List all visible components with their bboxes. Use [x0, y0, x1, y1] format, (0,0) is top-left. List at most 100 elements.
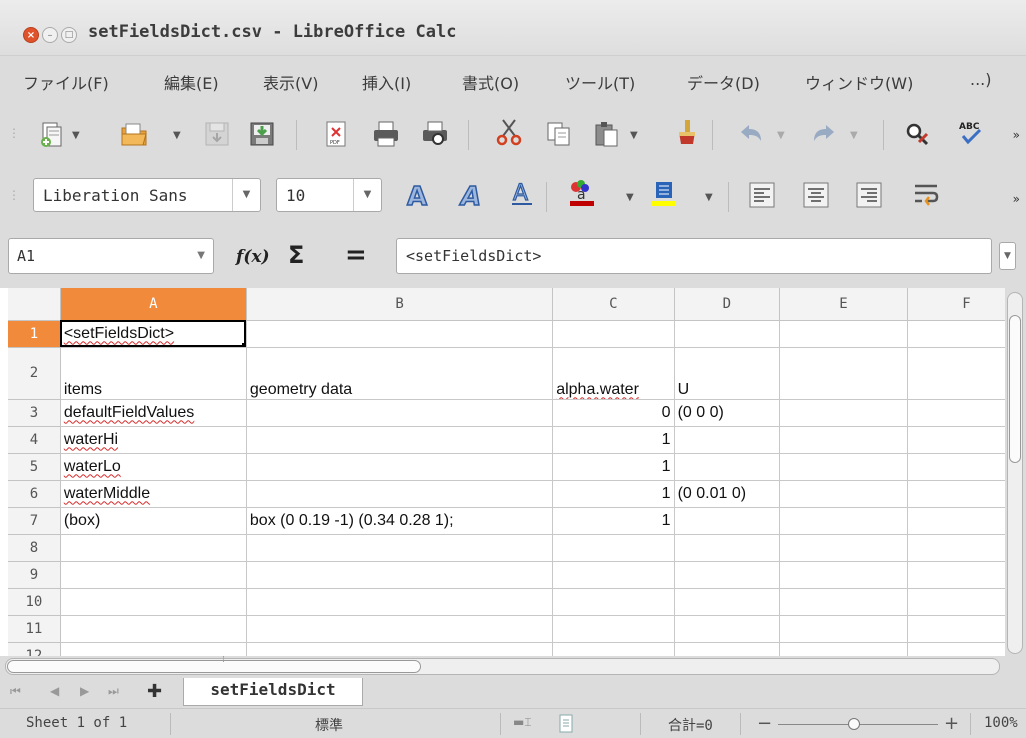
cell[interactable] [779, 480, 908, 508]
cell[interactable] [552, 615, 675, 643]
paste-dropdown-icon[interactable]: ▼ [630, 130, 638, 141]
close-window-button[interactable]: × [23, 27, 39, 43]
cell[interactable] [246, 534, 554, 562]
cell[interactable] [552, 320, 675, 348]
cell[interactable] [779, 426, 908, 454]
menu-file[interactable]: ファイル(F) [23, 70, 109, 94]
spelling-icon[interactable]: ABC [957, 118, 985, 146]
redo-dropdown-icon[interactable]: ▼ [850, 130, 858, 141]
row-header[interactable]: 10 [8, 588, 61, 616]
expand-formula-bar-button[interactable]: ▼ [999, 242, 1016, 270]
font-color-dropdown-icon[interactable]: ▼ [626, 192, 634, 203]
vertical-scrollbar[interactable] [1005, 288, 1026, 658]
toolbar-grip[interactable]: ⋮ [8, 188, 20, 202]
cell[interactable]: box (0 0.19 -1) (0.34 0.28 1); [246, 507, 554, 535]
column-header-e[interactable]: E [779, 288, 908, 321]
cell[interactable] [60, 615, 247, 643]
function-wizard-icon[interactable]: f(x) [236, 247, 270, 267]
next-sheet-icon[interactable]: ▶ [80, 684, 89, 698]
cell[interactable] [674, 507, 781, 535]
new-dropdown-icon[interactable]: ▼ [72, 130, 80, 141]
cell[interactable] [246, 480, 554, 508]
cell[interactable] [674, 426, 781, 454]
minimize-window-button[interactable]: – [42, 27, 58, 43]
cell[interactable] [674, 561, 781, 589]
cell[interactable] [779, 615, 908, 643]
copy-icon[interactable] [545, 120, 573, 148]
cell[interactable] [779, 399, 908, 427]
row-header[interactable]: 7 [8, 507, 61, 535]
tab-area-resize-handle[interactable]: ⁞ [222, 655, 225, 665]
cell[interactable] [779, 347, 908, 400]
cell[interactable]: 1 [552, 453, 675, 481]
toolbar-overflow-icon[interactable]: » [1013, 192, 1020, 206]
italic-icon[interactable]: A [458, 181, 486, 209]
row-header[interactable]: 9 [8, 561, 61, 589]
cell[interactable] [552, 561, 675, 589]
highlight-color-icon[interactable] [650, 179, 678, 207]
cell[interactable] [674, 534, 781, 562]
cell[interactable] [60, 561, 247, 589]
cell[interactable]: 1 [552, 507, 675, 535]
horizontal-scrollbar[interactable]: ⁞ [0, 655, 1026, 678]
cell[interactable]: defaultFieldValues [60, 399, 247, 427]
menu-data[interactable]: データ(D) [687, 70, 760, 94]
open-dropdown-icon[interactable]: ▼ [173, 130, 181, 141]
menu-insert[interactable]: 挿入(I) [362, 70, 411, 94]
chevron-down-icon[interactable]: ▼ [197, 250, 205, 261]
cell[interactable] [779, 453, 908, 481]
page-style[interactable]: 標準 [315, 715, 343, 735]
menu-edit[interactable]: 編集(E) [164, 70, 219, 94]
cell[interactable] [674, 615, 781, 643]
bold-icon[interactable]: A [404, 181, 432, 209]
undo-icon[interactable] [737, 120, 765, 148]
row-header[interactable]: 2 [8, 347, 61, 400]
toolbar-grip[interactable]: ⋮ [8, 126, 20, 140]
sheet-info[interactable]: Sheet 1 of 1 [26, 715, 127, 731]
cell[interactable]: waterHi [60, 426, 247, 454]
underline-icon[interactable]: A [508, 179, 536, 207]
row-header[interactable]: 3 [8, 399, 61, 427]
find-replace-icon[interactable] [903, 120, 931, 148]
zoom-slider-thumb[interactable] [848, 718, 860, 730]
previous-sheet-icon[interactable]: ◀ [50, 684, 59, 698]
horizontal-scroll-track[interactable]: ⁞ [5, 655, 1000, 675]
first-sheet-icon[interactable]: ⏮ [10, 684, 21, 699]
cell[interactable] [246, 399, 554, 427]
menu-window[interactable]: ウィンドウ(W) [805, 70, 913, 94]
cell[interactable] [674, 320, 781, 348]
cell[interactable] [779, 320, 908, 348]
cell[interactable]: (0 0.01 0) [674, 480, 781, 508]
cell[interactable]: (0 0 0) [674, 399, 781, 427]
cell[interactable]: U [674, 347, 781, 400]
cell[interactable] [246, 426, 554, 454]
menu-view[interactable]: 表示(V) [263, 70, 318, 94]
add-sheet-icon[interactable]: ✚ [147, 681, 162, 702]
cell[interactable]: 1 [552, 426, 675, 454]
new-document-icon[interactable] [38, 120, 66, 148]
maximize-window-button[interactable]: □ [61, 27, 77, 43]
highlight-dropdown-icon[interactable]: ▼ [705, 192, 713, 203]
menu-format[interactable]: 書式(O) [462, 70, 519, 94]
export-pdf-icon[interactable]: PDF [322, 120, 350, 148]
cell[interactable]: waterMiddle [60, 480, 247, 508]
spreadsheet-grid[interactable]: A B C D E F 1 <setFieldsDict> 2 items ge… [0, 288, 1026, 658]
cell[interactable] [60, 588, 247, 616]
remote-save-icon[interactable] [203, 120, 231, 148]
sheet-tab[interactable]: setFieldsDict [183, 678, 363, 706]
sum-icon[interactable]: Σ [288, 241, 304, 269]
formula-icon[interactable]: = [345, 240, 367, 270]
cell[interactable]: items [60, 347, 247, 400]
cell[interactable] [674, 588, 781, 616]
cell[interactable] [246, 561, 554, 589]
vertical-scroll-track[interactable] [1007, 292, 1023, 654]
cut-icon[interactable] [495, 118, 523, 146]
row-header[interactable]: 5 [8, 453, 61, 481]
cell[interactable]: 0 [552, 399, 675, 427]
chevron-down-icon[interactable]: ▼ [232, 179, 260, 211]
cell[interactable] [246, 615, 554, 643]
zoom-in-icon[interactable]: + [944, 713, 959, 734]
font-color-icon[interactable]: a [568, 179, 596, 207]
font-name-combobox[interactable]: Liberation Sans ▼ [33, 178, 261, 212]
menu-tools[interactable]: ツール(T) [565, 70, 635, 94]
